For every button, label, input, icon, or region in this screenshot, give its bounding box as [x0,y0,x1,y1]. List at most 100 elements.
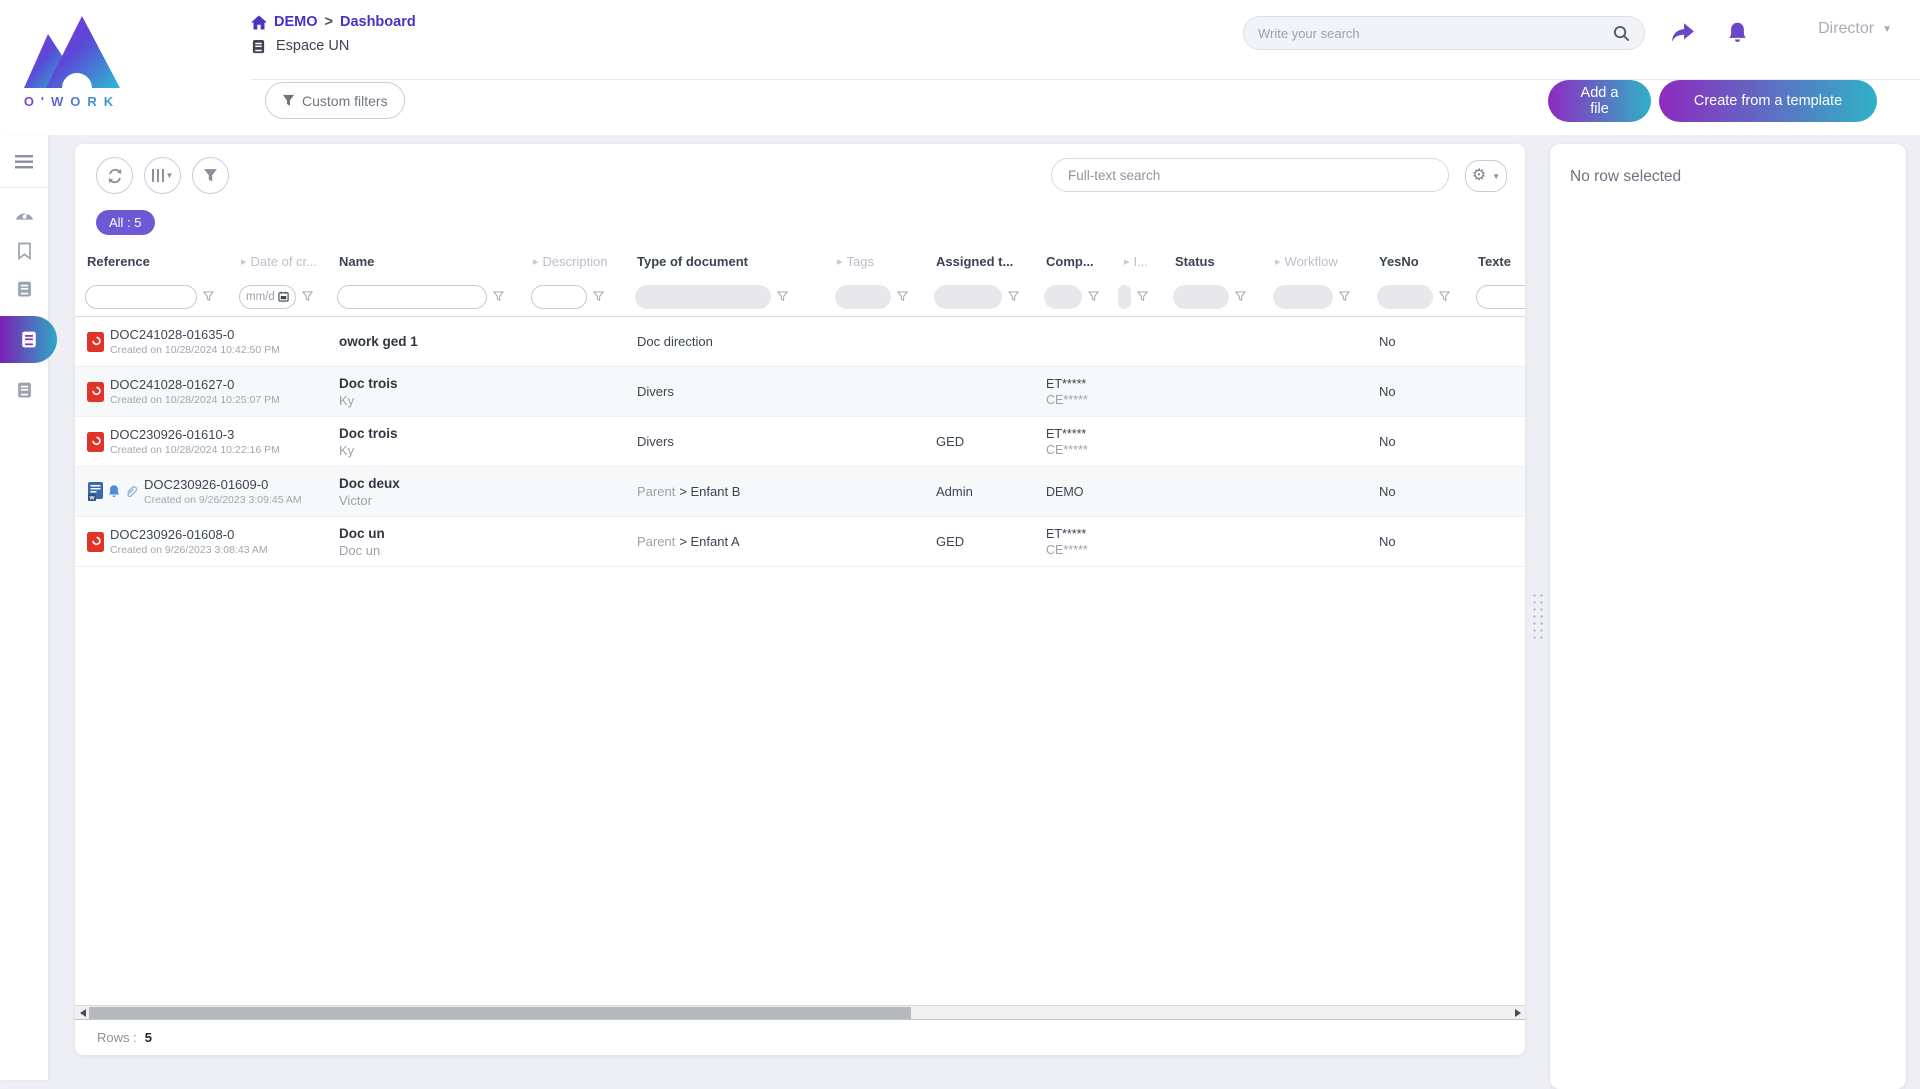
document-reference: DOC230926-01609-0 [144,477,302,492]
yesno-value: No [1367,384,1466,399]
yesno-value: No [1367,434,1466,449]
expand-column-icon[interactable]: ▸ [837,255,843,268]
table-empty-space [75,567,1525,1005]
filter-description-input[interactable] [531,285,587,309]
sidebar-item-bookmarks[interactable] [0,232,48,270]
sidebar-item-dashboard[interactable] [0,194,48,232]
funnel-icon[interactable] [593,291,604,302]
column-header-tags[interactable]: ▸Tags [825,254,924,269]
filter-company-disabled [1044,285,1082,309]
funnel-icon[interactable] [203,291,214,302]
document-type: Parent> Enfant B [625,484,825,499]
expand-column-icon[interactable]: ▸ [1275,255,1281,268]
document-type: Divers [625,384,825,399]
funnel-icon[interactable] [302,291,313,302]
column-header-texte[interactable]: Texte [1466,254,1525,269]
gauge-icon [14,204,35,222]
company: ET*****CE***** [1034,427,1112,457]
column-header-name[interactable]: Name [327,254,521,269]
panel-resize-handle[interactable] [1531,592,1546,642]
column-header-i[interactable]: ▸I... [1112,254,1163,269]
table-row[interactable]: w DOC230926-01609-0Created on 9/26/2023 … [75,467,1525,517]
columns-button[interactable]: ▼ [144,157,181,194]
table-row[interactable]: DOC241028-01627-0Created on 10/28/2024 1… [75,367,1525,417]
created-date: Created on 10/28/2024 10:25:07 PM [110,394,280,406]
table-header-row: Reference ▸Date of cr... Name ▸Descripti… [75,245,1525,277]
calendar-icon [278,291,289,302]
table-row[interactable]: DOC230926-01608-0Created on 9/26/2023 3:… [75,517,1525,567]
chevron-down-icon: ▼ [1882,24,1892,35]
breadcrumb-current[interactable]: Dashboard [340,14,416,30]
column-header-assigned[interactable]: Assigned t... [924,254,1034,269]
yesno-value: No [1367,484,1466,499]
column-header-workflow[interactable]: ▸Workflow [1263,254,1367,269]
filter-name-input[interactable] [337,285,487,309]
expand-column-icon[interactable]: ▸ [241,255,247,268]
sidebar-item-ged-active[interactable] [0,316,57,363]
funnel-icon[interactable] [1137,291,1148,302]
column-header-company[interactable]: Comp... [1034,254,1112,269]
filter-texte-input[interactable] [1476,285,1525,309]
document-type: Divers [625,434,825,449]
header-divider [251,79,1920,80]
column-header-description[interactable]: ▸Description [521,254,625,269]
user-role-menu[interactable]: Director ▼ [1818,20,1892,38]
column-header-date[interactable]: ▸Date of cr... [229,254,327,269]
scrollbar-thumb[interactable] [89,1007,911,1019]
filter-reference-input[interactable] [85,285,197,309]
chevron-down-icon: ▼ [1492,172,1500,181]
paperclip-icon [124,484,138,499]
table-settings-button[interactable]: ⚙ ▼ [1465,160,1507,192]
pdf-file-icon [87,532,104,552]
created-date: Created on 10/28/2024 10:22:16 PM [110,444,280,456]
space-label: Espace UN [276,38,349,54]
column-header-status[interactable]: Status [1163,254,1263,269]
funnel-icon[interactable] [1088,291,1099,302]
funnel-icon[interactable] [493,291,504,302]
notifications-button[interactable] [1720,16,1754,50]
refresh-button[interactable] [96,157,133,194]
search-icon[interactable] [1613,25,1630,42]
filter-date-input[interactable]: mm/d [239,285,296,309]
filter-type-disabled [635,285,771,309]
column-header-reference[interactable]: Reference [75,254,229,269]
pdf-file-icon [87,432,104,452]
document-reference: DOC230926-01608-0 [110,527,268,542]
expand-column-icon[interactable]: ▸ [1124,255,1130,268]
gear-icon: ⚙ [1472,168,1486,184]
add-file-button[interactable]: Add a file [1548,80,1651,122]
funnel-icon[interactable] [1235,291,1246,302]
column-header-type[interactable]: Type of document [625,254,825,269]
app-logo[interactable]: O'WORK [18,10,126,114]
document-subname: Doc un [339,543,521,558]
sidebar-item-documents[interactable] [0,270,48,308]
custom-filters-button[interactable]: Custom filters [265,82,405,119]
column-header-yesno[interactable]: YesNo [1367,254,1466,269]
funnel-icon[interactable] [1439,291,1450,302]
share-button[interactable] [1666,16,1700,50]
fulltext-search-input[interactable] [1068,168,1432,183]
funnel-icon[interactable] [1008,291,1019,302]
sidebar-item-archive[interactable] [0,371,48,409]
scroll-right-arrow[interactable] [1511,1006,1524,1019]
bookmark-icon [17,242,32,260]
table-row[interactable]: DOC230926-01610-3Created on 10/28/2024 1… [75,417,1525,467]
filter-button[interactable] [192,157,229,194]
funnel-icon[interactable] [777,291,788,302]
sidebar-menu-toggle[interactable] [0,143,48,181]
hamburger-icon [15,155,33,169]
funnel-icon[interactable] [897,291,908,302]
table-footer: Rows : 5 [75,1020,1525,1055]
funnel-icon[interactable] [1339,291,1350,302]
home-icon[interactable] [251,15,267,30]
expand-column-icon[interactable]: ▸ [533,255,539,268]
global-search-input[interactable] [1258,26,1613,41]
create-from-template-button[interactable]: Create from a template [1659,80,1877,122]
scroll-left-arrow[interactable] [76,1006,89,1019]
funnel-icon [203,168,218,183]
table-row[interactable]: DOC241028-01635-0Created on 10/28/2024 1… [75,317,1525,367]
table-toolbar: ▼ ⚙ ▼ [75,144,1525,206]
all-count-badge[interactable]: All : 5 [96,210,155,235]
horizontal-scrollbar[interactable] [75,1005,1525,1020]
breadcrumb-root[interactable]: DEMO [274,14,318,30]
